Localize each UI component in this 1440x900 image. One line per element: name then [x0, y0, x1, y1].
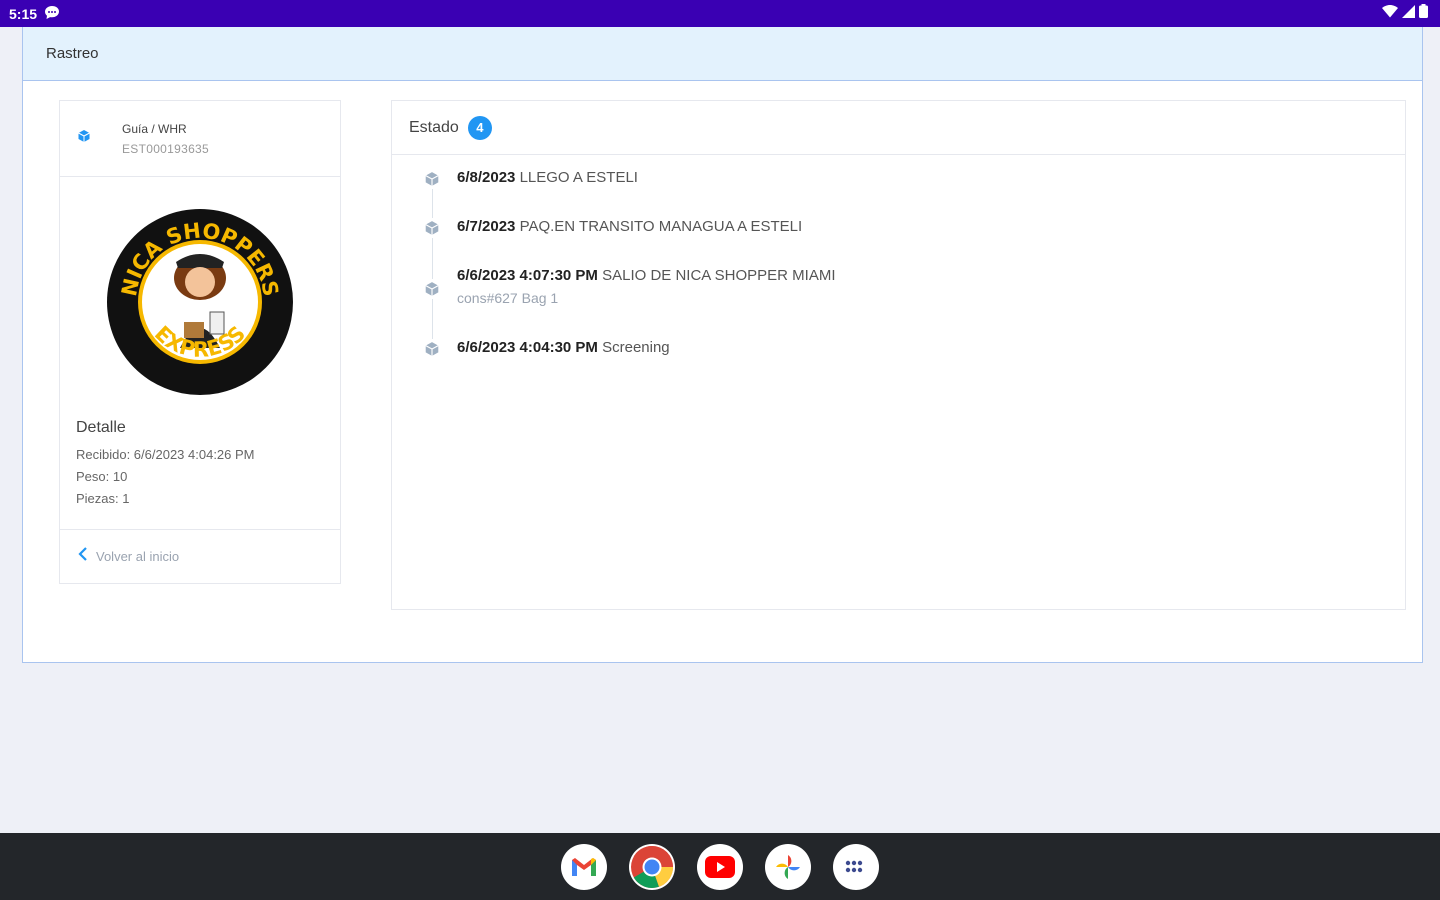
guia-number: EST000193635: [122, 141, 210, 156]
app-dock: [0, 833, 1440, 900]
timeline-event: 6/6/2023 4:07:30 PM SALIO DE NICA SHOPPE…: [422, 267, 836, 306]
page-title: Rastreo: [46, 45, 99, 62]
back-label: Volver al inicio: [96, 549, 180, 564]
company-logo: NICA SHOPPERS EXPRESS: [60, 177, 340, 419]
cell-signal-icon: [1402, 4, 1415, 23]
timeline-event: 6/8/2023 LLEGO A ESTELI: [422, 169, 638, 189]
guia-label: Guía / WHR: [122, 121, 187, 136]
photos-icon[interactable]: [765, 843, 811, 890]
timeline-event: 6/7/2023 PAQ.EN TRANSITO MANAGUA A ESTEL…: [422, 218, 802, 238]
chrome-icon[interactable]: [629, 843, 675, 890]
received-date: Recibido: 6/6/2023 4:04:26 PM: [76, 447, 255, 462]
package-icon: [77, 129, 91, 148]
event-date: 6/6/2023 4:07:30 PM: [457, 267, 598, 284]
package-icon: [422, 279, 442, 299]
event-description: LLEGO A ESTELI: [519, 169, 638, 186]
event-date: 6/6/2023 4:04:30 PM: [457, 339, 598, 356]
back-to-home-link[interactable]: Volver al inicio: [60, 529, 340, 583]
clock: 5:15: [9, 5, 38, 22]
weight: Peso: 10: [76, 469, 128, 484]
event-date: 6/8/2023: [457, 169, 516, 186]
app-drawer-icon[interactable]: [833, 843, 879, 890]
event-detail: cons#627 Bag 1: [457, 290, 559, 306]
package-icon: [422, 169, 442, 189]
gmail-icon[interactable]: [561, 843, 607, 890]
wifi-icon: [1382, 4, 1398, 23]
event-description: PAQ.EN TRANSITO MANAGUA A ESTELI: [519, 218, 803, 235]
status-bar: 5:15: [0, 0, 1440, 27]
package-icon: [422, 218, 442, 238]
event-description: Screening: [602, 339, 670, 356]
event-description: SALIO DE NICA SHOPPER MIAMI: [602, 267, 836, 284]
status-title: Estado: [409, 118, 459, 136]
battery-icon: [1419, 4, 1428, 23]
chat-notification-icon: [44, 5, 60, 23]
chevron-left-icon: [78, 547, 88, 566]
shipment-info-panel: Guía / WHR EST000193635 NICA SHOPPERS EX…: [59, 100, 341, 584]
status-panel: Estado 4 6/8/2023 LLEGO A ESTELI 6/7/202…: [391, 100, 1406, 610]
event-date: 6/7/2023: [457, 218, 516, 235]
detail-section: Detalle Recibido: 6/6/2023 4:04:26 PM Pe…: [60, 419, 340, 506]
package-icon: [422, 339, 442, 359]
status-header: Estado 4: [392, 101, 1405, 155]
pieces: Piezas: 1: [76, 491, 130, 506]
timeline-event: 6/6/2023 4:04:30 PM Screening: [422, 339, 670, 359]
youtube-icon[interactable]: [697, 843, 743, 890]
card-header: Rastreo: [23, 27, 1422, 81]
tracking-card: Rastreo Guía / WHR EST000193635 NICA SHO…: [22, 27, 1423, 663]
status-count-badge: 4: [467, 115, 492, 140]
guia-row: Guía / WHR EST000193635: [60, 101, 340, 177]
detail-title: Detalle: [76, 419, 126, 436]
